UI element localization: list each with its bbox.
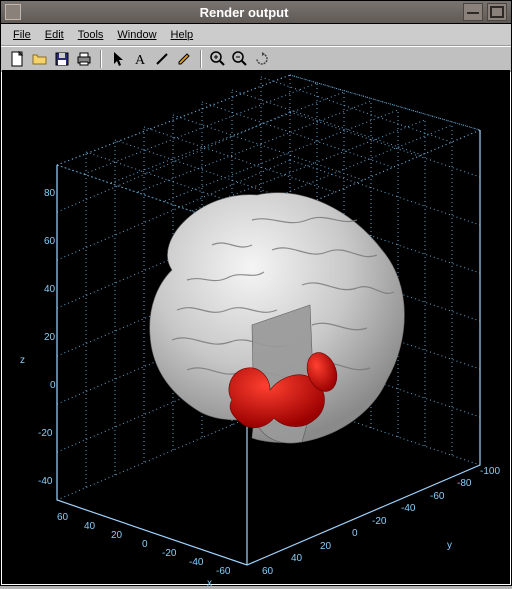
render-canvas [2, 70, 512, 586]
x-tick: -40 [189, 557, 203, 568]
pointer-button[interactable] [107, 49, 129, 69]
y-axis-label: y [447, 540, 452, 551]
z-axis-label: z [20, 355, 25, 366]
save-file-icon [55, 52, 69, 66]
y-tick: 0 [352, 528, 358, 539]
menu-edit[interactable]: Edit [45, 29, 64, 41]
x-tick: -20 [162, 548, 176, 559]
menu-tools[interactable]: Tools [78, 29, 104, 41]
y-tick: 60 [262, 566, 273, 577]
text-annotation-icon: A [133, 52, 147, 66]
render-viewport[interactable]: 80 60 40 20 0 -20 -40 z 60 40 20 0 -20 -… [2, 70, 510, 584]
zoom-in-icon [210, 51, 226, 67]
menubar: File Edit Tools Window Help [1, 24, 511, 46]
x-tick: 0 [142, 539, 148, 550]
new-file-button[interactable] [7, 49, 29, 69]
y-tick: 40 [291, 553, 302, 564]
z-tick: 20 [44, 332, 55, 343]
pencil-button[interactable] [173, 49, 195, 69]
open-file-icon [32, 52, 48, 66]
svg-text:A: A [135, 53, 146, 66]
menu-help[interactable]: Help [171, 29, 194, 41]
titlebar[interactable]: Render output [1, 1, 511, 24]
minimize-button[interactable] [463, 3, 483, 21]
separator [100, 50, 102, 68]
y-tick: 20 [320, 541, 331, 552]
pencil-icon [177, 52, 191, 66]
rotate-button[interactable] [251, 49, 273, 69]
y-tick: -60 [430, 491, 444, 502]
z-tick: 40 [44, 284, 55, 295]
y-tick: -80 [457, 478, 471, 489]
zoom-in-button[interactable] [207, 49, 229, 69]
open-file-button[interactable] [29, 49, 51, 69]
y-tick: -40 [401, 503, 415, 514]
line-button[interactable] [151, 49, 173, 69]
zoom-out-button[interactable] [229, 49, 251, 69]
z-tick: -40 [38, 476, 52, 487]
line-icon [155, 52, 169, 66]
y-tick: -20 [372, 516, 386, 527]
new-file-icon [11, 51, 25, 67]
rotate-icon [254, 51, 270, 67]
text-annotation-button[interactable]: A [129, 49, 151, 69]
z-tick: 0 [50, 380, 56, 391]
y-tick: -100 [480, 466, 500, 477]
toolbar: A [1, 46, 511, 72]
print-button[interactable] [73, 49, 95, 69]
maximize-button[interactable] [487, 3, 507, 21]
z-tick: 60 [44, 236, 55, 247]
x-axis-label: x [207, 578, 212, 589]
x-tick: 20 [111, 530, 122, 541]
separator [200, 50, 202, 68]
x-tick: -60 [216, 566, 230, 577]
print-icon [76, 52, 92, 66]
z-tick: -20 [38, 428, 52, 439]
menu-file[interactable]: File [13, 29, 31, 41]
save-file-button[interactable] [51, 49, 73, 69]
x-tick: 40 [84, 521, 95, 532]
x-tick: 60 [57, 512, 68, 523]
app-window: Render output File Edit Tools Window Hel… [0, 0, 512, 586]
z-tick: 80 [44, 188, 55, 199]
pointer-icon [112, 51, 124, 67]
zoom-out-icon [232, 51, 248, 67]
window-title: Render output [29, 5, 459, 20]
menu-window[interactable]: Window [117, 29, 156, 41]
system-menu-icon[interactable] [5, 4, 21, 20]
